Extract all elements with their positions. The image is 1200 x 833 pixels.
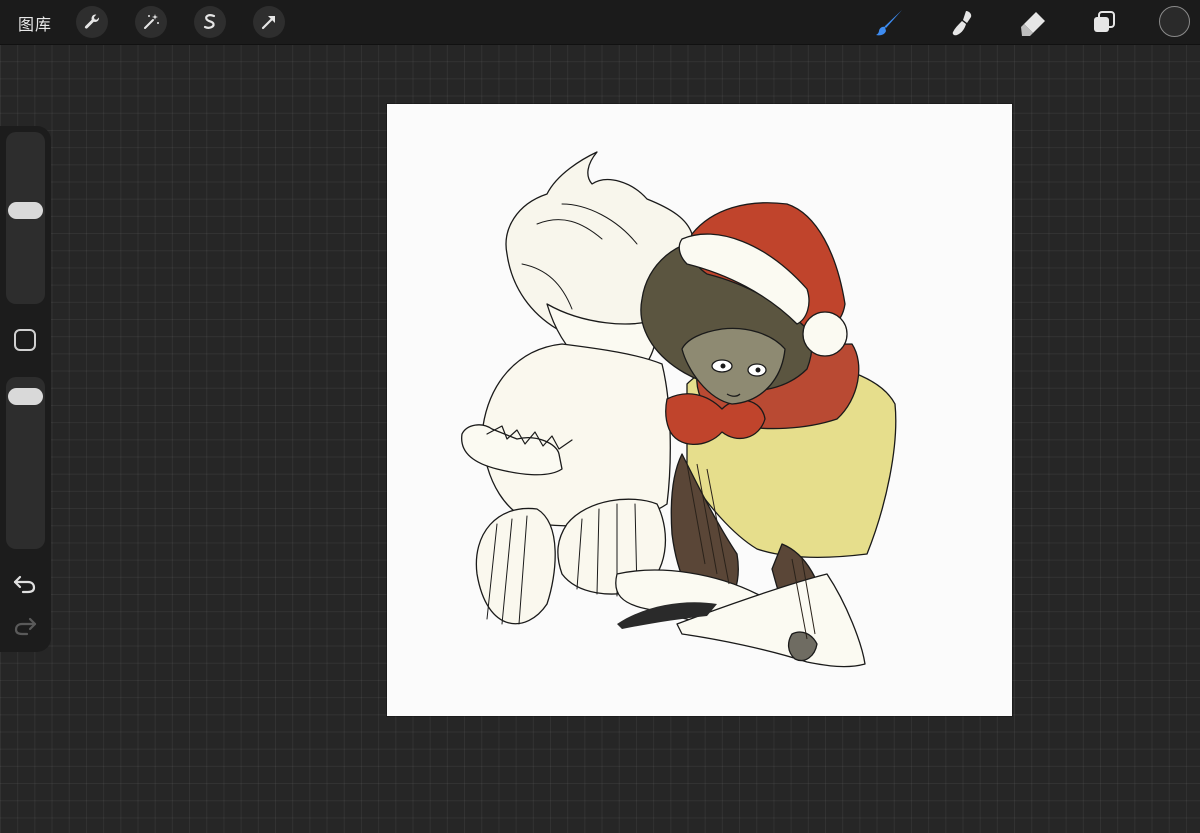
redo-button[interactable] <box>12 615 38 637</box>
magic-wand-icon <box>144 14 159 29</box>
smudge-icon <box>952 11 972 36</box>
gallery-button[interactable]: 图库 <box>18 11 52 35</box>
color-picker-swatch[interactable] <box>1159 6 1190 37</box>
smudge-tool-button[interactable] <box>945 6 979 40</box>
transform-button[interactable] <box>253 6 285 38</box>
eraser-icon <box>1021 12 1045 36</box>
opacity-thumb[interactable] <box>8 388 43 406</box>
wrench-icon <box>84 14 100 29</box>
eraser-tool-button[interactable] <box>1016 6 1050 40</box>
brush-icon <box>876 10 902 36</box>
redo-icon <box>14 617 37 636</box>
undo-icon <box>13 575 36 594</box>
undo-button[interactable] <box>12 573 38 595</box>
adjustments-button[interactable] <box>135 6 167 38</box>
brush-tool-button[interactable] <box>873 6 907 40</box>
left-figure-body <box>481 343 671 527</box>
selection-icon <box>203 14 216 29</box>
actions-button[interactable] <box>76 6 108 38</box>
transform-arrow-icon <box>261 16 275 30</box>
selection-button[interactable] <box>194 6 226 38</box>
top-toolbar: 图库 <box>0 0 1200 45</box>
brush-size-slider[interactable] <box>6 132 45 304</box>
layers-icon <box>1094 11 1115 32</box>
brush-size-thumb[interactable] <box>8 202 43 220</box>
modify-button[interactable] <box>14 329 36 351</box>
drawing-canvas[interactable] <box>387 104 1012 716</box>
layers-tool-button[interactable] <box>1087 6 1121 40</box>
right-figure-pompom <box>802 311 848 357</box>
artwork-illustration <box>461 151 897 668</box>
left-sidebar <box>0 126 51 652</box>
opacity-slider[interactable] <box>6 377 45 549</box>
